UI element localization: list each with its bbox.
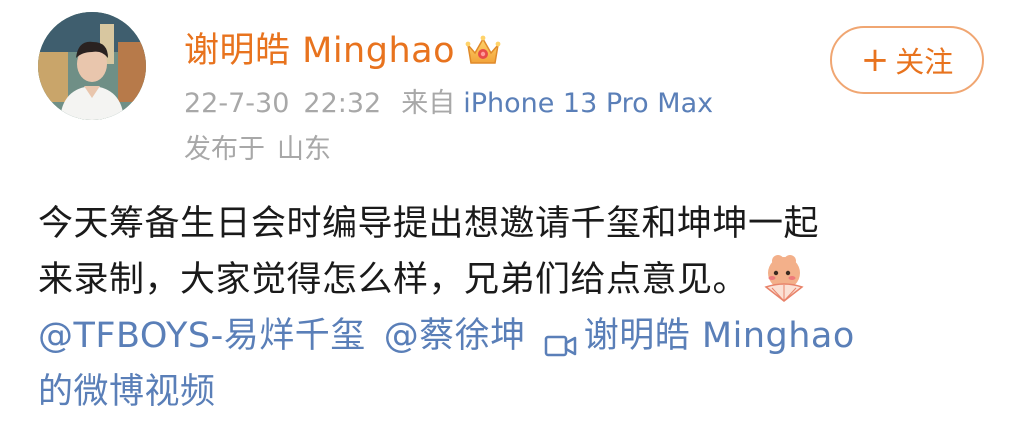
post-text-segment: 来录制，大家觉得怎么样，兄弟们给点意见。 [38,260,749,300]
post-text: 今天筹备生日会时编导提出想邀请千玺和坤坤一起 来录制，大家觉得怎么样，兄弟们给点… [38,196,998,420]
location-value: 山东 [277,134,331,165]
post-meta: 22-7-30 22:32 来自 iPhone 13 Pro Max [184,84,713,124]
avatar[interactable] [38,12,146,120]
location-label: 发布于 [184,134,265,165]
mention-link[interactable]: @蔡徐坤 [384,316,526,356]
source-label: 来自 [401,88,456,119]
video-link-label: 谢明皓 Minghao [583,316,855,356]
mention-link[interactable]: @TFBOYS-易烊千玺 [38,316,366,356]
crown-badge-icon[interactable] [463,31,503,71]
username-row: 谢明皓 Minghao [184,26,503,76]
video-icon [544,321,578,357]
post-text-line: 今天筹备生日会时编导提出想邀请千玺和坤坤一起 [38,204,820,244]
username[interactable]: 谢明皓 Minghao [184,26,455,76]
post-text-line: 来录制，大家觉得怎么样，兄弟们给点意见。 [38,252,998,308]
follow-button-label: 关注 [895,45,954,79]
post-date: 22-7-30 [184,88,290,119]
avatar-image [38,12,146,120]
post-location: 发布于 山东 [184,130,331,170]
post-mentions-line: @TFBOYS-易烊千玺 @蔡徐坤 谢明皓 Minghao [38,308,998,364]
video-link[interactable]: 谢明皓 Minghao [544,316,855,357]
shy-fan-emoji-icon [758,251,810,303]
follow-button[interactable]: + 关注 [830,26,984,94]
post-time: 22:32 [303,88,382,119]
video-link-suffix[interactable]: 的微博视频 [38,372,216,412]
post-video-line: 的微博视频 [38,364,998,420]
plus-icon: + [860,40,890,80]
device-link[interactable]: iPhone 13 Pro Max [463,88,713,119]
